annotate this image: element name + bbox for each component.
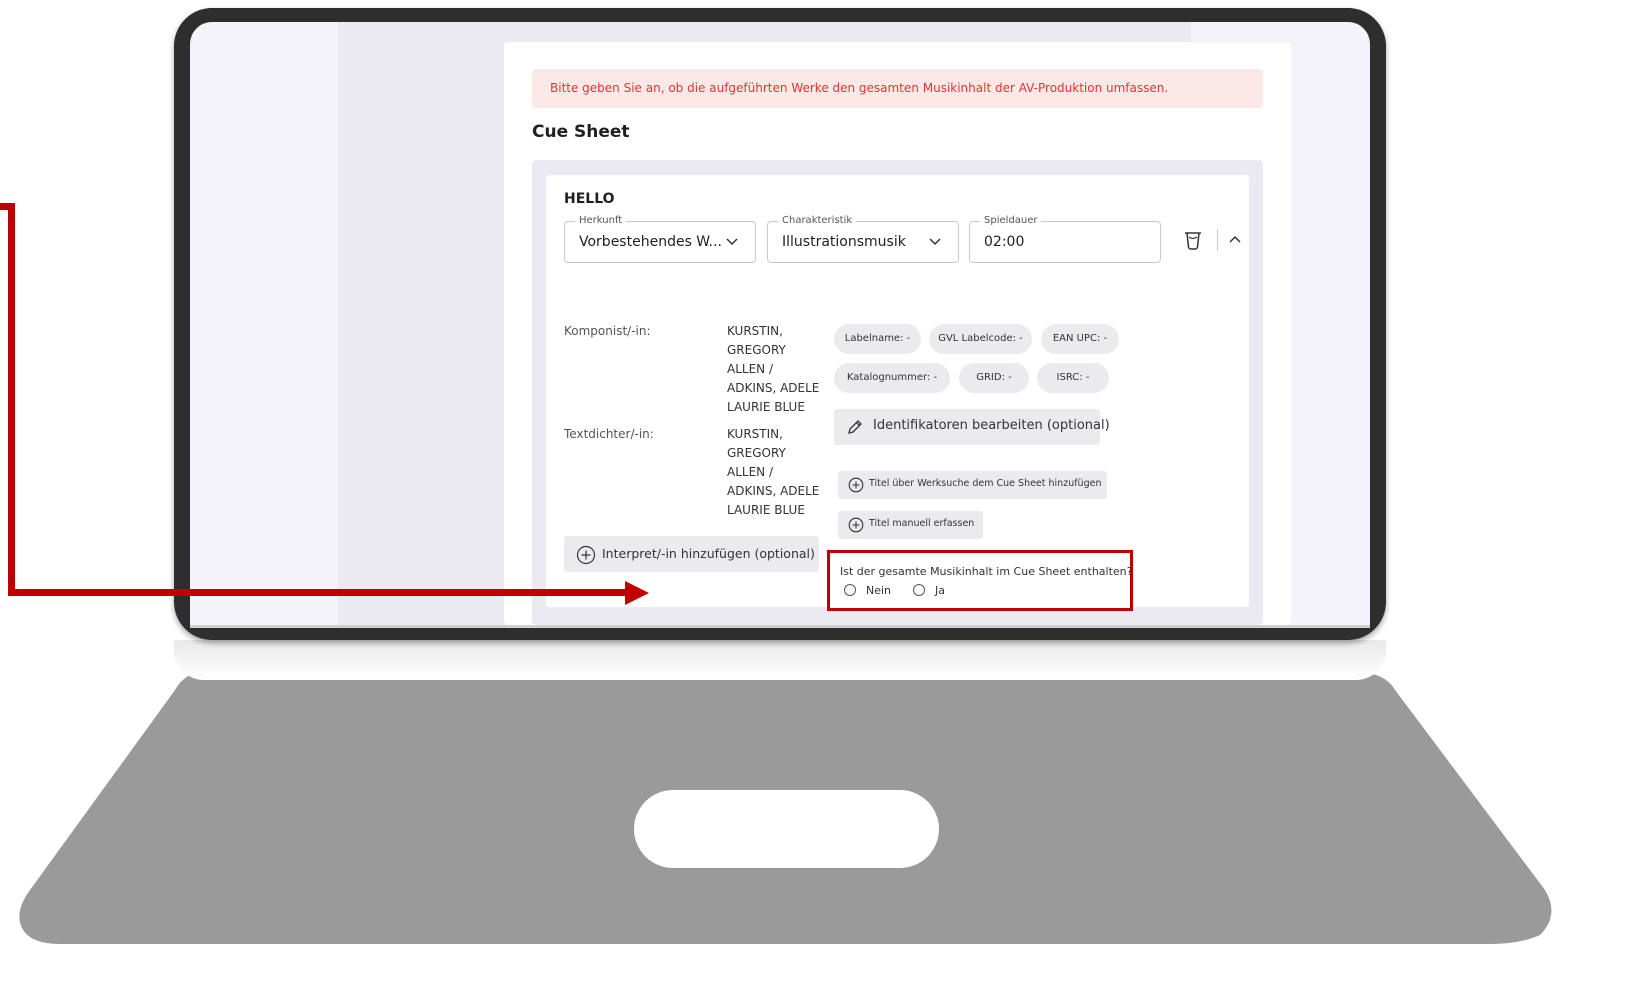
question-text: Ist der gesamte Musikinhalt im Cue Sheet… xyxy=(840,565,1133,578)
add-title-manual-label: Titel manuell erfassen xyxy=(869,518,975,529)
cue-item-card: HELLO Herkunft Vorbestehendes W... Chara… xyxy=(546,175,1249,611)
add-title-search-label: Titel über Werksuche dem Cue Sheet hinzu… xyxy=(869,478,1102,489)
chip-isrc: ISRC: - xyxy=(1037,363,1109,393)
plus-circle-icon xyxy=(576,545,596,565)
laptop-hinge xyxy=(174,640,1386,680)
section-title: Cue Sheet xyxy=(532,122,630,142)
cue-sheet-container: HELLO Herkunft Vorbestehendes W... Chara… xyxy=(532,160,1263,625)
chevron-down-icon xyxy=(929,238,941,246)
komponist-label: Komponist/-in: xyxy=(564,324,651,338)
music-content-question: Ist der gesamte Musikinhalt im Cue Sheet… xyxy=(827,550,1133,611)
komponist-value: KURSTIN, GREGORY ALLEN / ADKINS, ADELE L… xyxy=(727,324,820,414)
chip-grid: GRID: - xyxy=(959,363,1029,393)
charakteristik-select[interactable]: Charakteristik Illustrationsmusik xyxy=(767,214,959,263)
herkunft-value: Vorbestehendes W... xyxy=(579,234,722,250)
pencil-icon xyxy=(848,420,862,434)
radio-ja-label: Ja xyxy=(935,584,945,597)
charakteristik-label: Charakteristik xyxy=(778,214,857,228)
plus-circle-icon xyxy=(848,517,864,533)
screen-bottom-edge xyxy=(190,625,1370,628)
add-title-manual-button[interactable]: Titel manuell erfassen xyxy=(838,511,983,539)
plus-circle-icon xyxy=(848,477,864,493)
spieldauer-input[interactable]: Spieldauer 02:00 xyxy=(969,214,1161,263)
page-background: Bitte geben Sie an, ob die aufgeführten … xyxy=(338,22,1291,625)
add-interpret-label: Interpret/-in hinzufügen (optional) xyxy=(602,546,815,561)
chip-katalognummer: Katalognummer: - xyxy=(834,363,950,393)
annotation-arrow-head xyxy=(625,581,649,605)
radio-ja[interactable] xyxy=(913,584,925,596)
annotation-line-vertical xyxy=(8,203,15,596)
laptop-touchpad xyxy=(634,790,939,868)
textdichter-label: Textdichter/-in: xyxy=(564,427,654,441)
spieldauer-value: 02:00 xyxy=(984,234,1025,250)
trash-icon[interactable] xyxy=(1183,229,1203,251)
textdichter-value: KURSTIN, GREGORY ALLEN / ADKINS, ADELE L… xyxy=(727,427,820,517)
laptop-screen: Bitte geben Sie an, ob die aufgeführten … xyxy=(190,22,1370,625)
herkunft-label: Herkunft xyxy=(575,214,627,228)
edit-identifiers-label: Identifikatoren bearbeiten (optional) xyxy=(873,418,1110,433)
radio-nein-label: Nein xyxy=(866,584,892,597)
chip-labelname: Labelname: - xyxy=(834,324,921,354)
cue-item-title: HELLO xyxy=(564,191,615,207)
add-interpret-button[interactable]: Interpret/-in hinzufügen (optional) xyxy=(564,536,819,572)
add-title-search-button[interactable]: Titel über Werksuche dem Cue Sheet hinzu… xyxy=(838,471,1107,499)
charakteristik-value: Illustrationsmusik xyxy=(782,234,906,250)
chip-ean-upc: EAN UPC: - xyxy=(1041,324,1119,354)
toolbar-divider xyxy=(1217,229,1218,251)
content-panel: Bitte geben Sie an, ob die aufgeführten … xyxy=(504,42,1291,625)
chevron-up-icon[interactable] xyxy=(1226,231,1244,249)
error-alert: Bitte geben Sie an, ob die aufgeführten … xyxy=(532,69,1263,108)
edit-identifiers-button[interactable]: Identifikatoren bearbeiten (optional) xyxy=(834,409,1110,445)
annotation-line-horizontal xyxy=(8,589,628,596)
herkunft-select[interactable]: Herkunft Vorbestehendes W... xyxy=(564,214,756,263)
chevron-down-icon xyxy=(726,238,738,246)
spieldauer-label: Spieldauer xyxy=(980,214,1042,228)
chip-gvl-labelcode: GVL Labelcode: - xyxy=(929,324,1032,354)
radio-nein[interactable] xyxy=(844,584,856,596)
